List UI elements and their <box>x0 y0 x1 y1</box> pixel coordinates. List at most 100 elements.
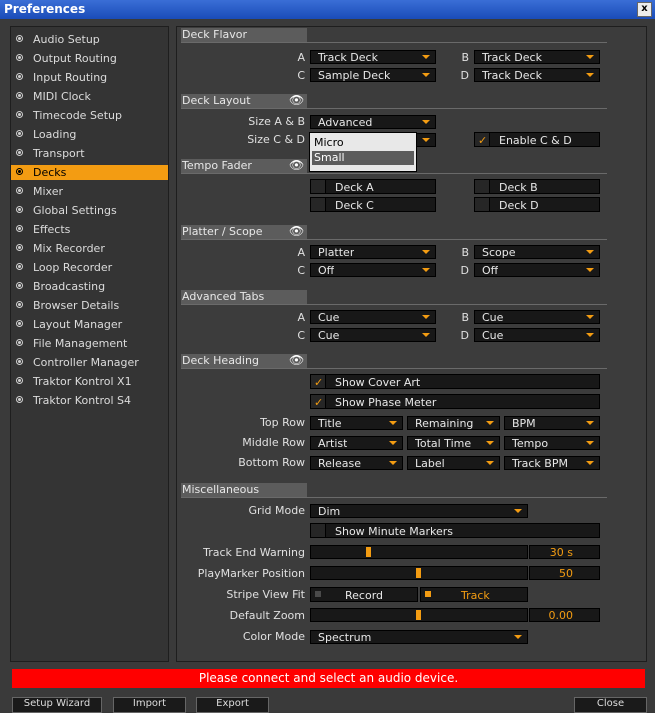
sidebar-item-global-settings[interactable]: Global Settings <box>11 203 168 218</box>
sidebar-item-audio-setup[interactable]: Audio Setup <box>11 32 168 47</box>
advanced-tab-b-dropdown[interactable]: Cue <box>474 310 600 324</box>
deck-a-label: A <box>297 246 305 259</box>
grid-mode-dropdown[interactable]: Dim <box>310 504 528 518</box>
advanced-tab-a-dropdown[interactable]: Cue <box>310 310 436 324</box>
menu-item-micro[interactable]: Micro <box>312 136 414 150</box>
sidebar-item-input-routing[interactable]: Input Routing <box>11 70 168 85</box>
eye-icon[interactable]: 👁 <box>289 93 304 107</box>
deck-c-flavor-dropdown[interactable]: Sample Deck <box>310 68 436 82</box>
divider <box>181 497 607 498</box>
track-end-warning-slider[interactable] <box>310 545 528 559</box>
deck-d-label: D <box>460 329 469 342</box>
sidebar-item-layout-manager[interactable]: Layout Manager <box>11 317 168 332</box>
platter-scope-a-dropdown[interactable]: Platter <box>310 245 436 259</box>
middle-row-field-3-dropdown[interactable]: Tempo <box>504 436 600 450</box>
tempo-fader-deck-b-checkbox[interactable]: Deck B <box>474 179 600 194</box>
sidebar: Audio Setup Output Routing Input Routing MI… <box>10 26 169 662</box>
deck-d-label: D <box>460 69 469 82</box>
advanced-tab-c-dropdown[interactable]: Cue <box>310 328 436 342</box>
dropdown-value: Off <box>482 264 499 277</box>
sidebar-item-file-management[interactable]: File Management <box>11 336 168 351</box>
slider-thumb[interactable] <box>416 568 421 578</box>
playmarker-position-value[interactable]: 50 <box>529 566 600 580</box>
checkbox-label: Deck A <box>335 181 374 194</box>
deck-d-flavor-dropdown[interactable]: Track Deck <box>474 68 600 82</box>
dropdown-value: Remaining Time <box>415 417 475 430</box>
sidebar-item-controller-manager[interactable]: Controller Manager <box>11 355 168 370</box>
sidebar-item-mix-recorder[interactable]: Mix Recorder <box>11 241 168 256</box>
chevron-down-icon <box>586 421 594 425</box>
setup-wizard-button[interactable]: Setup Wizard <box>12 697 102 713</box>
tempo-fader-deck-a-checkbox[interactable]: Deck A <box>310 179 436 194</box>
radio-dot-icon <box>16 206 23 213</box>
show-cover-art-checkbox[interactable]: ✓ Show Cover Art <box>310 374 600 389</box>
export-button[interactable]: Export <box>196 697 269 713</box>
top-row-field-2-dropdown[interactable]: Remaining Time <box>407 416 500 430</box>
radio-dot-icon <box>16 54 23 61</box>
top-row-field-3-dropdown[interactable]: BPM <box>504 416 600 430</box>
bottom-row-field-3-dropdown[interactable]: Track BPM <box>504 456 600 470</box>
sidebar-item-midi-clock[interactable]: MIDI Clock <box>11 89 168 104</box>
deck-b-flavor-dropdown[interactable]: Track Deck <box>474 50 600 64</box>
status-warning-bar: Please connect and select an audio devic… <box>12 669 645 688</box>
close-button[interactable]: Close <box>574 697 647 713</box>
section-header-platter-scope: Platter / Scope 👁 <box>181 224 307 239</box>
top-row-field-1-dropdown[interactable]: Title <box>310 416 403 430</box>
dropdown-value: Track Deck <box>318 51 378 64</box>
sidebar-item-traktor-kontrol-s4[interactable]: Traktor Kontrol S4 <box>11 393 168 408</box>
bottom-row-label: Bottom Row <box>238 456 305 469</box>
advanced-tab-d-dropdown[interactable]: Cue <box>474 328 600 342</box>
sidebar-item-traktor-kontrol-x1[interactable]: Traktor Kontrol X1 <box>11 374 168 389</box>
checkbox-label: Deck B <box>499 181 538 194</box>
sidebar-item-loading[interactable]: Loading <box>11 127 168 142</box>
platter-scope-c-dropdown[interactable]: Off <box>310 263 436 277</box>
enable-cd-checkbox[interactable]: ✓ Enable C & D <box>474 132 600 147</box>
deck-a-flavor-dropdown[interactable]: Track Deck <box>310 50 436 64</box>
slider-thumb[interactable] <box>416 610 421 620</box>
default-zoom-value[interactable]: 0.00 <box>529 608 600 622</box>
slider-thumb[interactable] <box>366 547 371 557</box>
radio-dot-icon <box>16 282 23 289</box>
bottom-row-field-2-dropdown[interactable]: Label <box>407 456 500 470</box>
stripe-view-fit-track-option[interactable]: Track <box>420 587 528 602</box>
middle-row-field-2-dropdown[interactable]: Total Time <box>407 436 500 450</box>
chevron-down-icon <box>389 421 397 425</box>
chevron-down-icon <box>422 268 430 272</box>
sidebar-item-browser-details[interactable]: Browser Details <box>11 298 168 313</box>
default-zoom-slider[interactable] <box>310 608 528 622</box>
sidebar-item-loop-recorder[interactable]: Loop Recorder <box>11 260 168 275</box>
close-icon[interactable]: x <box>637 2 652 17</box>
show-phase-meter-checkbox[interactable]: ✓ Show Phase Meter <box>310 394 600 409</box>
size-ab-dropdown[interactable]: Advanced <box>310 115 436 129</box>
menu-item-small[interactable]: Small <box>312 151 414 165</box>
bottom-row-field-1-dropdown[interactable]: Release <box>310 456 403 470</box>
radio-indicator <box>425 591 431 597</box>
sidebar-item-timecode-setup[interactable]: Timecode Setup <box>11 108 168 123</box>
eye-icon[interactable]: 👁 <box>289 353 304 367</box>
platter-scope-d-dropdown[interactable]: Off <box>474 263 600 277</box>
chevron-down-icon <box>422 138 430 142</box>
platter-scope-b-dropdown[interactable]: Scope <box>474 245 600 259</box>
show-minute-markers-checkbox[interactable]: Show Minute Markers <box>310 523 600 538</box>
sidebar-item-transport[interactable]: Transport <box>11 146 168 161</box>
dropdown-value: Platter <box>318 246 355 259</box>
dropdown-value: Cue <box>318 329 340 342</box>
sidebar-item-mixer[interactable]: Mixer <box>11 184 168 199</box>
tempo-fader-deck-d-checkbox[interactable]: Deck D <box>474 197 600 212</box>
sidebar-item-output-routing[interactable]: Output Routing <box>11 51 168 66</box>
eye-icon[interactable]: 👁 <box>289 158 304 172</box>
middle-row-field-1-dropdown[interactable]: Artist <box>310 436 403 450</box>
stripe-view-fit-record-option[interactable]: Record <box>310 587 418 602</box>
eye-icon[interactable]: 👁 <box>289 224 304 238</box>
track-end-warning-value[interactable]: 30 s <box>529 545 600 559</box>
chevron-down-icon <box>422 333 430 337</box>
sidebar-item-effects[interactable]: Effects <box>11 222 168 237</box>
sidebar-item-label: Loop Recorder <box>33 261 113 274</box>
radio-dot-icon <box>16 168 23 175</box>
tempo-fader-deck-c-checkbox[interactable]: Deck C <box>310 197 436 212</box>
import-button[interactable]: Import <box>113 697 186 713</box>
color-mode-dropdown[interactable]: Spectrum <box>310 630 528 644</box>
playmarker-position-slider[interactable] <box>310 566 528 580</box>
sidebar-item-decks[interactable]: Decks <box>11 165 168 180</box>
sidebar-item-broadcasting[interactable]: Broadcasting <box>11 279 168 294</box>
